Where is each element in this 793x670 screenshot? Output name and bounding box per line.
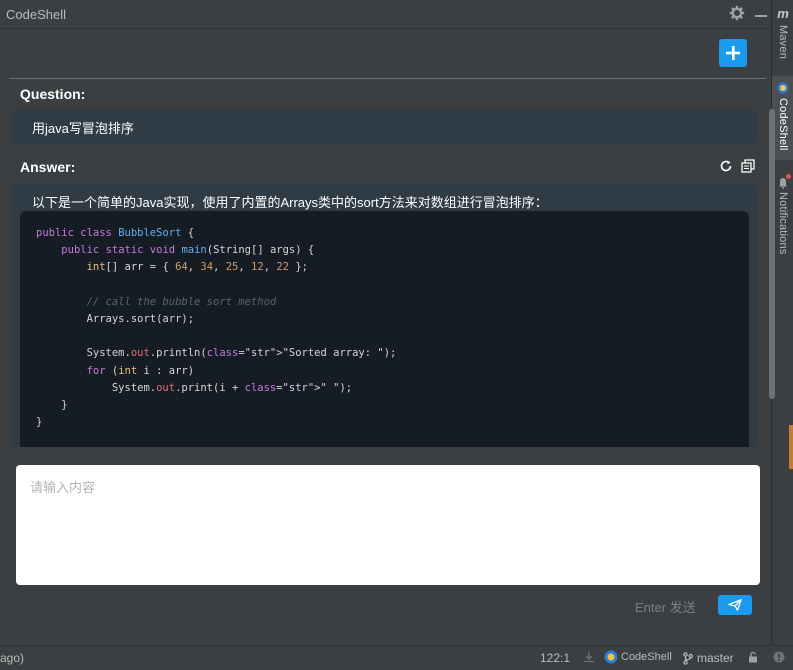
scroll-marker xyxy=(789,425,793,469)
tool-window-title: CodeShell xyxy=(6,6,66,22)
codeshell-status-widget[interactable]: CodeShell xyxy=(604,650,672,664)
code-line: } xyxy=(36,416,43,429)
codeshell-label: CodeShell xyxy=(777,98,789,151)
inspection-icon[interactable] xyxy=(773,651,785,663)
codeshell-tool-button[interactable]: CodeShell xyxy=(772,76,793,160)
copy-icon[interactable] xyxy=(741,159,755,178)
send-button[interactable] xyxy=(718,595,752,615)
code-block: public class BubbleSort { public static … xyxy=(20,211,749,447)
message-input-container xyxy=(16,465,760,585)
codeshell-status-label: CodeShell xyxy=(621,651,672,663)
codeshell-icon xyxy=(777,82,789,94)
send-icon xyxy=(728,599,742,611)
chat-history[interactable]: Question: 用java写冒泡排序 Answer: 以下是一个简单的Jav… xyxy=(0,79,771,447)
status-bar: ago) 122:1 CodeShell master xyxy=(0,645,793,670)
code-content: public class BubbleSort { public static … xyxy=(20,211,749,431)
status-message[interactable]: ago) xyxy=(0,651,24,665)
plus-icon xyxy=(726,46,740,60)
refresh-icon[interactable] xyxy=(719,159,733,178)
download-icon[interactable] xyxy=(583,651,595,663)
caret-position[interactable]: 122:1 xyxy=(540,651,570,665)
maven-tool-button[interactable]: m Maven xyxy=(772,6,793,68)
question-label: Question: xyxy=(20,86,86,102)
new-chat-button[interactable] xyxy=(719,39,747,67)
gear-icon[interactable] xyxy=(729,5,745,26)
code-line: public class BubbleSort { xyxy=(36,227,195,239)
message-input[interactable] xyxy=(16,465,760,585)
git-branch-widget[interactable]: master xyxy=(683,651,734,665)
notifications-tool-button[interactable]: Notifications xyxy=(772,174,793,266)
code-line: public static void main(String[] args) { xyxy=(61,244,315,257)
codeshell-panel: Question: 用java写冒泡排序 Answer: 以下是一个简单的Jav… xyxy=(0,29,775,645)
code-line: System.out.print(i + class="str">" "); xyxy=(36,381,353,394)
code-line: int[] arr = { 64, 34, 25, 12, 22 }; xyxy=(86,261,308,274)
code-line: // call the bubble sort method xyxy=(36,295,277,308)
answer-intro-text: 以下是一个简单的Java实现，使用了内置的Arrays类中的sort方法来对数组… xyxy=(32,195,548,210)
minimize-icon[interactable] xyxy=(755,15,767,17)
maven-icon: m xyxy=(777,6,789,21)
lock-icon[interactable] xyxy=(747,651,759,663)
codeshell-logo-icon xyxy=(604,650,618,664)
answer-bubble: 以下是一个简单的Java实现，使用了内置的Arrays类中的sort方法来对数组… xyxy=(12,183,757,447)
send-hint: Enter 发送 xyxy=(635,600,696,615)
tool-window-header: CodeShell xyxy=(0,0,771,29)
code-line: System.out.println(class="str">"Sorted a… xyxy=(36,347,397,360)
branch-icon xyxy=(683,651,693,665)
question-bubble: 用java写冒泡排序 xyxy=(12,109,757,145)
code-line: Arrays.sort(arr); xyxy=(36,313,195,325)
branch-name: master xyxy=(697,651,734,665)
answer-label: Answer: xyxy=(20,159,76,175)
notifications-label: Notifications xyxy=(777,192,789,255)
bell-icon xyxy=(777,174,791,189)
code-line: } xyxy=(36,399,68,411)
question-text: 用java写冒泡排序 xyxy=(32,120,134,136)
code-line: for (int i : arr) xyxy=(86,364,195,377)
chat-scrollbar[interactable] xyxy=(769,109,775,399)
maven-label: Maven xyxy=(777,25,789,60)
